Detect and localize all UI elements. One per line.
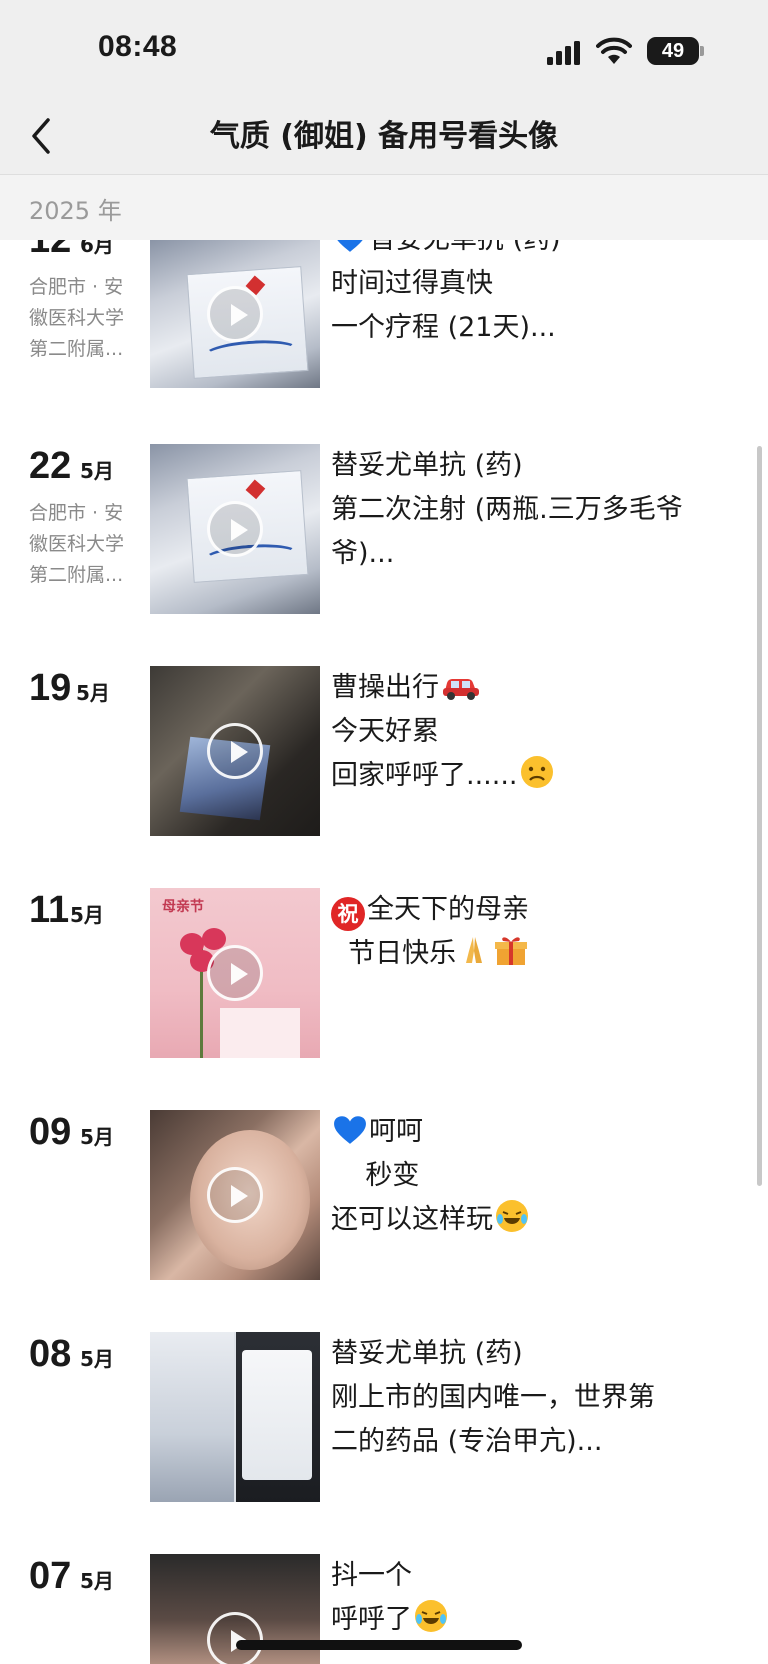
video-thumbnail[interactable] (150, 444, 320, 614)
entry-month: 5月 (80, 459, 114, 483)
page-title: 气质 (御姐) 备用号看头像 (209, 119, 559, 154)
status-time: 08:48 (98, 30, 178, 63)
top-header: 08:48 49 气质 (御姐) 备用号看头像 2025 年 (0, 0, 768, 240)
medicine-photo (150, 1332, 234, 1502)
status-bar: 08:48 49 (0, 0, 768, 100)
entry-day: 09 (29, 1111, 72, 1153)
wifi-icon (596, 37, 632, 64)
blue-heart-icon (334, 1116, 366, 1144)
entry-caption[interactable]: 抖一个 呼呼了 (331, 1554, 741, 1642)
feed-entry[interactable]: 22 5月 合肥市 · 安 徽医科大学 第二附属... 替妥尤单抗 (药) 第二… (0, 444, 768, 616)
entry-location[interactable]: 合肥市 · 安 徽医科大学 第二附属... (29, 498, 139, 591)
video-thumbnail[interactable] (150, 1110, 320, 1280)
nav-bar: 气质 (御姐) 备用号看头像 (0, 100, 768, 174)
zhu-congrats-icon: 祝 (331, 897, 365, 931)
entry-month: 5月 (80, 1569, 114, 1593)
phone-screen-image (242, 1350, 312, 1480)
feed-entry[interactable]: 19 5月 曹操出行 今天好累 回家呼呼了...... (0, 666, 768, 838)
scrollbar[interactable] (757, 446, 762, 1186)
folded-hands-icon (466, 937, 483, 963)
year-section-header: 2025 年 (0, 175, 768, 240)
feed-entry[interactable]: 08 5月 替妥尤单抗 (药) 刚上市的国内唯一，世界第 二的药品 (专治甲亢)… (0, 1332, 768, 1504)
video-thumbnail[interactable] (150, 240, 320, 388)
entry-day: 22 (29, 445, 72, 487)
back-chevron-icon[interactable] (26, 114, 56, 158)
play-icon[interactable] (207, 501, 263, 557)
entry-month: 5月 (70, 903, 104, 927)
car-icon (443, 679, 479, 700)
entry-caption[interactable]: 祝全天下的母亲 节日快乐 (331, 888, 741, 976)
home-indicator[interactable] (236, 1640, 522, 1650)
play-icon[interactable] (207, 945, 263, 1001)
entry-month: 5月 (80, 1347, 114, 1371)
cube-image (220, 1008, 300, 1058)
entry-day: 19 (29, 667, 72, 709)
feed-entry[interactable]: 11 5月 母亲节 祝全天下的母亲 节日快乐 (0, 888, 768, 1060)
play-icon[interactable] (207, 1167, 263, 1223)
entry-day: 07 (29, 1555, 72, 1597)
play-icon[interactable] (207, 1612, 263, 1664)
feed-entry[interactable]: 12 6月 合肥市 · 安 徽医科大学 第二附属... 替妥尤单抗 (药) 时间… (0, 218, 768, 390)
entry-caption[interactable]: 呵呵 秒变 还可以这样玩 (331, 1110, 741, 1242)
video-thumbnail[interactable]: 母亲节 (150, 888, 320, 1058)
moments-feed[interactable]: 12 6月 合肥市 · 安 徽医科大学 第二附属... 替妥尤单抗 (药) 时间… (0, 0, 768, 1664)
entry-day: 11 (29, 889, 70, 931)
entry-caption[interactable]: 曹操出行 今天好累 回家呼呼了...... (331, 666, 741, 798)
feed-entry[interactable]: 09 5月 呵呵 秒变 还可以这样玩 (0, 1110, 768, 1282)
frown-face-icon (520, 756, 553, 788)
gift-icon (495, 937, 528, 965)
play-icon[interactable] (207, 723, 263, 779)
entry-location[interactable]: 合肥市 · 安 徽医科大学 第二附属... (29, 272, 139, 365)
entry-month: 5月 (80, 1125, 114, 1149)
battery-cap (700, 46, 704, 56)
entry-month: 5月 (76, 681, 110, 705)
entry-caption[interactable]: 替妥尤单抗 (药) 刚上市的国内唯一，世界第 二的药品 (专治甲亢)... (331, 1332, 741, 1464)
battery-indicator: 49 (647, 37, 699, 65)
video-thumbnail[interactable] (150, 666, 320, 836)
tears-of-joy-icon (415, 1600, 447, 1632)
entry-caption[interactable]: 替妥尤单抗 (药) 第二次注射 (两瓶.三万多毛爷 爷)... (331, 444, 741, 576)
photo-thumbnail[interactable] (150, 1332, 320, 1502)
thumbnail-text: 母亲节 (162, 899, 204, 915)
cellular-signal-icon (547, 41, 580, 65)
play-icon[interactable] (207, 286, 263, 342)
entry-day: 08 (29, 1333, 72, 1375)
year-label: 2025 年 (29, 197, 122, 225)
tears-of-joy-icon (496, 1200, 528, 1232)
